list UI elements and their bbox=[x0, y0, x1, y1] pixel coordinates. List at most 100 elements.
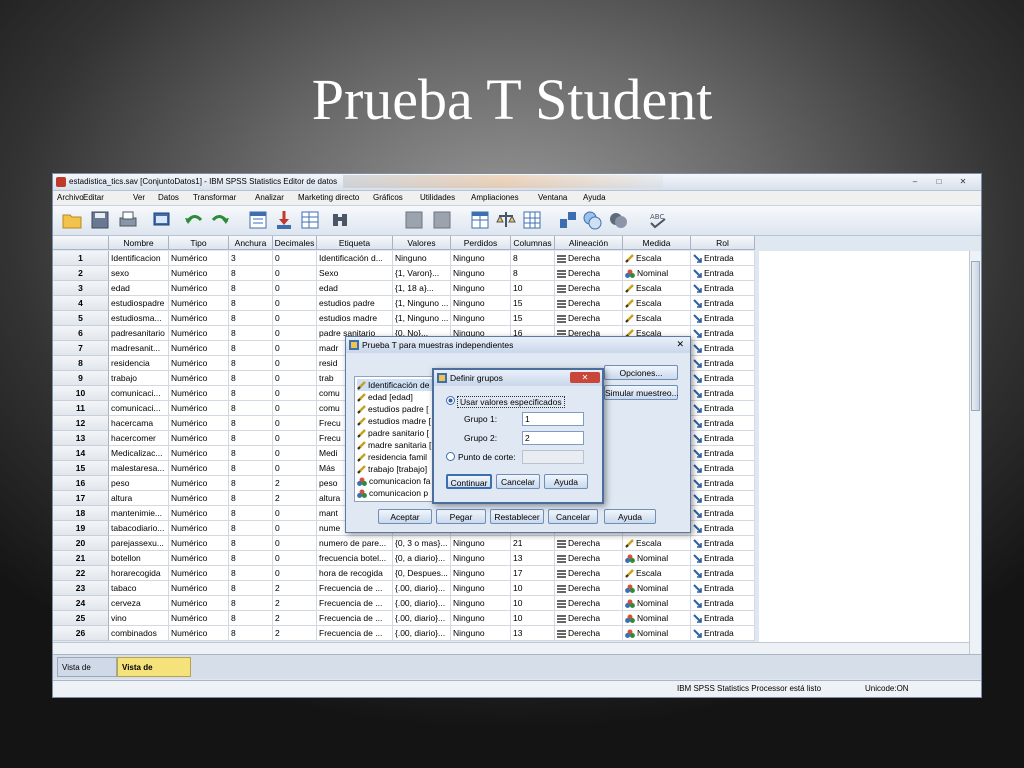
cell-tipo[interactable]: Numérico bbox=[169, 551, 229, 566]
menu-utilidades[interactable]: Utilidades bbox=[420, 193, 455, 202]
ttest-variable-item[interactable]: Identificación de ... bbox=[357, 379, 439, 391]
cell-alineacion[interactable]: Derecha bbox=[555, 551, 623, 566]
row-number[interactable]: 5 bbox=[53, 311, 109, 326]
cell-columnas[interactable]: 8 bbox=[511, 251, 555, 266]
row-number[interactable]: 19 bbox=[53, 521, 109, 536]
cell-nombre[interactable]: madresanit... bbox=[109, 341, 169, 356]
cell-rol[interactable]: Entrada bbox=[691, 341, 755, 356]
cell-alineacion[interactable]: Derecha bbox=[555, 251, 623, 266]
cell-etiqueta[interactable]: frecuencia botel... bbox=[317, 551, 393, 566]
cell-medida[interactable]: Escala bbox=[623, 251, 691, 266]
cell-anchura[interactable]: 8 bbox=[229, 626, 273, 641]
cell-decimales[interactable]: 0 bbox=[273, 356, 317, 371]
cell-decimales[interactable]: 2 bbox=[273, 611, 317, 626]
cell-rol[interactable]: Entrada bbox=[691, 326, 755, 341]
cell-tipo[interactable]: Numérico bbox=[169, 566, 229, 581]
pegar-button[interactable]: Pegar bbox=[436, 509, 486, 524]
goto-variable-icon[interactable] bbox=[273, 209, 295, 231]
cell-etiqueta[interactable]: hora de recogida bbox=[317, 566, 393, 581]
cell-valores[interactable]: {1, 18 a}... bbox=[393, 281, 451, 296]
cell-anchura[interactable]: 8 bbox=[229, 461, 273, 476]
menu-transformar[interactable]: Transformar bbox=[193, 193, 236, 202]
cell-tipo[interactable]: Numérico bbox=[169, 431, 229, 446]
cell-tipo[interactable]: Numérico bbox=[169, 326, 229, 341]
row-number[interactable]: 23 bbox=[53, 581, 109, 596]
cell-rol[interactable]: Entrada bbox=[691, 506, 755, 521]
close-window-button[interactable]: ✕ bbox=[953, 176, 973, 187]
cell-medida[interactable]: Nominal bbox=[623, 611, 691, 626]
cell-decimales[interactable]: 2 bbox=[273, 581, 317, 596]
aceptar-button[interactable]: Aceptar bbox=[378, 509, 432, 524]
row-number[interactable]: 2 bbox=[53, 266, 109, 281]
cell-columnas[interactable]: 13 bbox=[511, 551, 555, 566]
row-number[interactable]: 26 bbox=[53, 626, 109, 641]
cell-anchura[interactable]: 8 bbox=[229, 341, 273, 356]
cell-valores[interactable]: {.00, diario}... bbox=[393, 596, 451, 611]
cell-valores[interactable]: {1, Ninguno ... bbox=[393, 311, 451, 326]
value-labels-icon[interactable] bbox=[557, 209, 579, 231]
cell-rol[interactable]: Entrada bbox=[691, 281, 755, 296]
ttest-variable-item[interactable]: padre sanitario [ bbox=[357, 427, 429, 439]
cell-columnas[interactable]: 15 bbox=[511, 296, 555, 311]
cell-etiqueta[interactable]: numero de pare... bbox=[317, 536, 393, 551]
cell-anchura[interactable]: 8 bbox=[229, 266, 273, 281]
cell-decimales[interactable]: 0 bbox=[273, 521, 317, 536]
insert-variable-icon[interactable] bbox=[431, 209, 453, 231]
cell-tipo[interactable]: Numérico bbox=[169, 491, 229, 506]
cell-medida[interactable]: Escala bbox=[623, 311, 691, 326]
cell-rol[interactable]: Entrada bbox=[691, 401, 755, 416]
cell-perdidos[interactable]: Ninguno bbox=[451, 551, 511, 566]
cell-medida[interactable]: Nominal bbox=[623, 581, 691, 596]
cell-tipo[interactable]: Numérico bbox=[169, 581, 229, 596]
minimize-button[interactable]: – bbox=[905, 176, 925, 187]
column-header-medida[interactable]: Medida bbox=[623, 236, 691, 250]
cell-perdidos[interactable]: Ninguno bbox=[451, 281, 511, 296]
row-number[interactable]: 16 bbox=[53, 476, 109, 491]
cell-rol[interactable]: Entrada bbox=[691, 416, 755, 431]
cell-rol[interactable]: Entrada bbox=[691, 251, 755, 266]
cell-anchura[interactable]: 8 bbox=[229, 536, 273, 551]
maximize-button[interactable]: □ bbox=[929, 176, 949, 187]
vertical-scrollbar[interactable] bbox=[969, 251, 981, 656]
ttest-variable-item[interactable]: estudios padre [ bbox=[357, 403, 428, 415]
cell-medida[interactable]: Nominal bbox=[623, 551, 691, 566]
cell-tipo[interactable]: Numérico bbox=[169, 461, 229, 476]
cell-columnas[interactable]: 21 bbox=[511, 536, 555, 551]
cell-decimales[interactable]: 0 bbox=[273, 326, 317, 341]
column-header-alineacion[interactable]: Alineación bbox=[555, 236, 623, 250]
cell-anchura[interactable]: 3 bbox=[229, 251, 273, 266]
cell-decimales[interactable]: 2 bbox=[273, 626, 317, 641]
cell-alineacion[interactable]: Derecha bbox=[555, 311, 623, 326]
simular-muestreo-button[interactable]: Simular muestreo... bbox=[604, 385, 679, 400]
cell-nombre[interactable]: sexo bbox=[109, 266, 169, 281]
insert-cases-icon[interactable] bbox=[403, 209, 425, 231]
cell-anchura[interactable]: 8 bbox=[229, 371, 273, 386]
cell-decimales[interactable]: 0 bbox=[273, 296, 317, 311]
horizontal-scrollbar[interactable] bbox=[53, 642, 969, 654]
cell-decimales[interactable]: 0 bbox=[273, 371, 317, 386]
cell-columnas[interactable]: 13 bbox=[511, 626, 555, 641]
cell-anchura[interactable]: 8 bbox=[229, 356, 273, 371]
cell-nombre[interactable]: padresanitario bbox=[109, 326, 169, 341]
cell-tipo[interactable]: Numérico bbox=[169, 341, 229, 356]
menu-ayuda[interactable]: Ayuda bbox=[583, 193, 606, 202]
row-number[interactable]: 24 bbox=[53, 596, 109, 611]
select-cases-icon[interactable] bbox=[521, 209, 543, 231]
cell-alineacion[interactable]: Derecha bbox=[555, 596, 623, 611]
cell-tipo[interactable]: Numérico bbox=[169, 281, 229, 296]
cell-anchura[interactable]: 8 bbox=[229, 506, 273, 521]
row-number[interactable]: 1 bbox=[53, 251, 109, 266]
menu-ampliaciones[interactable]: Ampliaciones bbox=[471, 193, 519, 202]
cell-rol[interactable]: Entrada bbox=[691, 266, 755, 281]
cell-etiqueta[interactable]: estudios padre bbox=[317, 296, 393, 311]
use-sets-icon[interactable] bbox=[581, 209, 603, 231]
cell-decimales[interactable]: 0 bbox=[273, 281, 317, 296]
cell-decimales[interactable]: 2 bbox=[273, 491, 317, 506]
cell-alineacion[interactable]: Derecha bbox=[555, 626, 623, 641]
redo-icon[interactable] bbox=[209, 209, 231, 231]
cell-decimales[interactable]: 0 bbox=[273, 266, 317, 281]
cell-nombre[interactable]: peso bbox=[109, 476, 169, 491]
ayuda-ttest-button[interactable]: Ayuda bbox=[604, 509, 656, 524]
cell-decimales[interactable]: 0 bbox=[273, 506, 317, 521]
cell-tipo[interactable]: Numérico bbox=[169, 251, 229, 266]
